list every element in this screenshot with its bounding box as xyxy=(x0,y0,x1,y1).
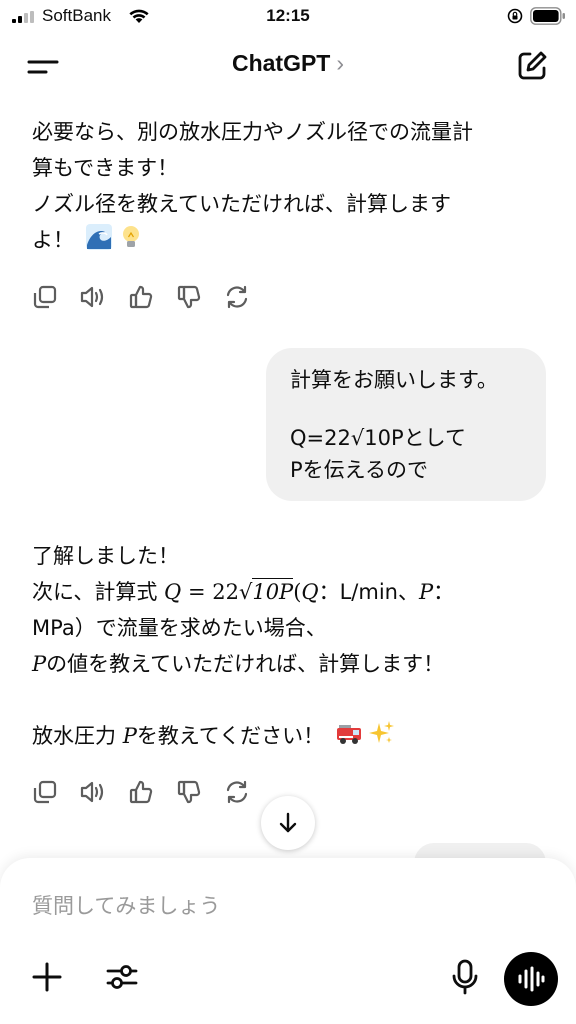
read-aloud-button[interactable] xyxy=(78,283,108,311)
thumbs-down-button[interactable] xyxy=(174,283,204,311)
model-selector[interactable]: ChatGPT › xyxy=(0,50,576,77)
message-text: Q=22 xyxy=(290,426,351,450)
message-line: Q=22√10Pとして xyxy=(290,422,522,454)
message-line: 必要なら、別の放水圧力やノズル径での流量計 xyxy=(32,120,473,144)
message-text: 10P xyxy=(364,426,404,450)
new-chat-button[interactable] xyxy=(514,48,550,84)
thumbs-up-button[interactable] xyxy=(126,778,156,806)
message-text: 放水圧力 xyxy=(32,724,123,748)
message-line-with-emoji: よ！ xyxy=(32,222,473,258)
voice-mode-button[interactable] xyxy=(504,952,558,1006)
status-time: 12:15 xyxy=(266,6,310,25)
message-line: Pの値を教えていただければ、計算します！ xyxy=(32,646,454,682)
waveform-icon xyxy=(518,966,545,992)
page-title: ChatGPT xyxy=(231,50,331,76)
copy-icon xyxy=(33,780,57,804)
read-aloud-button[interactable] xyxy=(78,778,108,806)
math-variable: Q xyxy=(164,580,182,604)
add-attachment-button[interactable] xyxy=(30,960,64,994)
message-line: Pを伝えるので xyxy=(290,458,429,482)
message-text: よ！ xyxy=(32,228,74,252)
status-bar: SoftBank 12:15 xyxy=(0,0,576,34)
sqrt-symbol: √ xyxy=(238,580,253,604)
thumbs-down-icon xyxy=(177,780,201,804)
message-text: ：L/min、 xyxy=(318,580,419,604)
thumbs-down-button[interactable] xyxy=(174,778,204,806)
copy-button[interactable] xyxy=(30,778,60,806)
assistant-message: 必要なら、別の放水圧力やノズル径での流量計 算もできます！ ノズル径を教えていた… xyxy=(32,114,473,258)
message-actions xyxy=(30,283,252,311)
chevron-right-icon: › xyxy=(336,50,345,76)
copy-icon xyxy=(33,285,57,309)
top-nav-bar: ChatGPT › xyxy=(0,34,576,98)
assistant-message: 了解しました！ 次に、計算式 Q = 22√10P(Q：L/min、P： MPa… xyxy=(32,538,454,754)
message-actions xyxy=(30,778,252,806)
thumbs-up-button[interactable] xyxy=(126,283,156,311)
speaker-icon xyxy=(80,781,104,803)
message-line: ノズル径を教えていただければ、計算します xyxy=(32,192,451,216)
thumbs-up-icon xyxy=(129,780,153,804)
arrow-down-icon xyxy=(279,812,297,833)
math-text: = 22 xyxy=(181,580,239,604)
message-line: 算もできます！ xyxy=(32,156,179,180)
sqrt-symbol: √ xyxy=(350,426,365,450)
user-message-bubble: 計算をお願いします。 Q=22√10Pとして Pを伝えるので xyxy=(266,348,546,501)
thumbs-up-icon xyxy=(129,285,153,309)
refresh-icon xyxy=(226,780,248,804)
message-text: ： xyxy=(433,580,455,604)
message-input[interactable]: 質問してみましょう xyxy=(32,890,220,920)
message-text: 次に、計算式 xyxy=(32,580,165,604)
battery-icon xyxy=(530,7,565,25)
sparkles-emoji-icon xyxy=(368,721,394,743)
composer: 質問してみましょう xyxy=(0,858,576,1024)
message-line: 了解しました！ xyxy=(32,544,179,568)
rotation-lock-icon xyxy=(507,8,523,24)
message-text: として xyxy=(403,426,467,450)
scroll-to-bottom-button[interactable] xyxy=(261,796,315,850)
regenerate-button[interactable] xyxy=(222,778,252,806)
message-line-with-emoji: 放水圧力 Pを教えてください！ xyxy=(32,718,454,754)
refresh-icon xyxy=(226,285,248,309)
math-radicand: 10P xyxy=(252,578,294,604)
light-bulb-emoji-icon xyxy=(122,226,139,247)
wave-emoji-icon xyxy=(85,224,112,250)
thumbs-down-icon xyxy=(177,285,201,309)
copy-button[interactable] xyxy=(30,283,60,311)
message-line: 計算をお願いします。 xyxy=(290,368,498,392)
math-variable: P xyxy=(32,652,47,676)
regenerate-button[interactable] xyxy=(222,283,252,311)
fire-engine-emoji-icon xyxy=(336,725,361,744)
math-variable: Q xyxy=(301,580,319,604)
message-line-formula: 次に、計算式 Q = 22√10P(Q：L/min、P： xyxy=(32,574,454,610)
speaker-icon xyxy=(80,286,104,308)
math-variable: P xyxy=(122,724,137,748)
microphone-button[interactable] xyxy=(450,958,480,996)
message-text: の値を教えていただければ、計算します！ xyxy=(46,652,445,676)
message-text: を教えてください！ xyxy=(136,724,325,748)
message-line: MPa）で流量を求めたい場合、 xyxy=(32,616,327,640)
tools-button[interactable] xyxy=(104,960,140,994)
math-variable: P xyxy=(419,580,434,604)
